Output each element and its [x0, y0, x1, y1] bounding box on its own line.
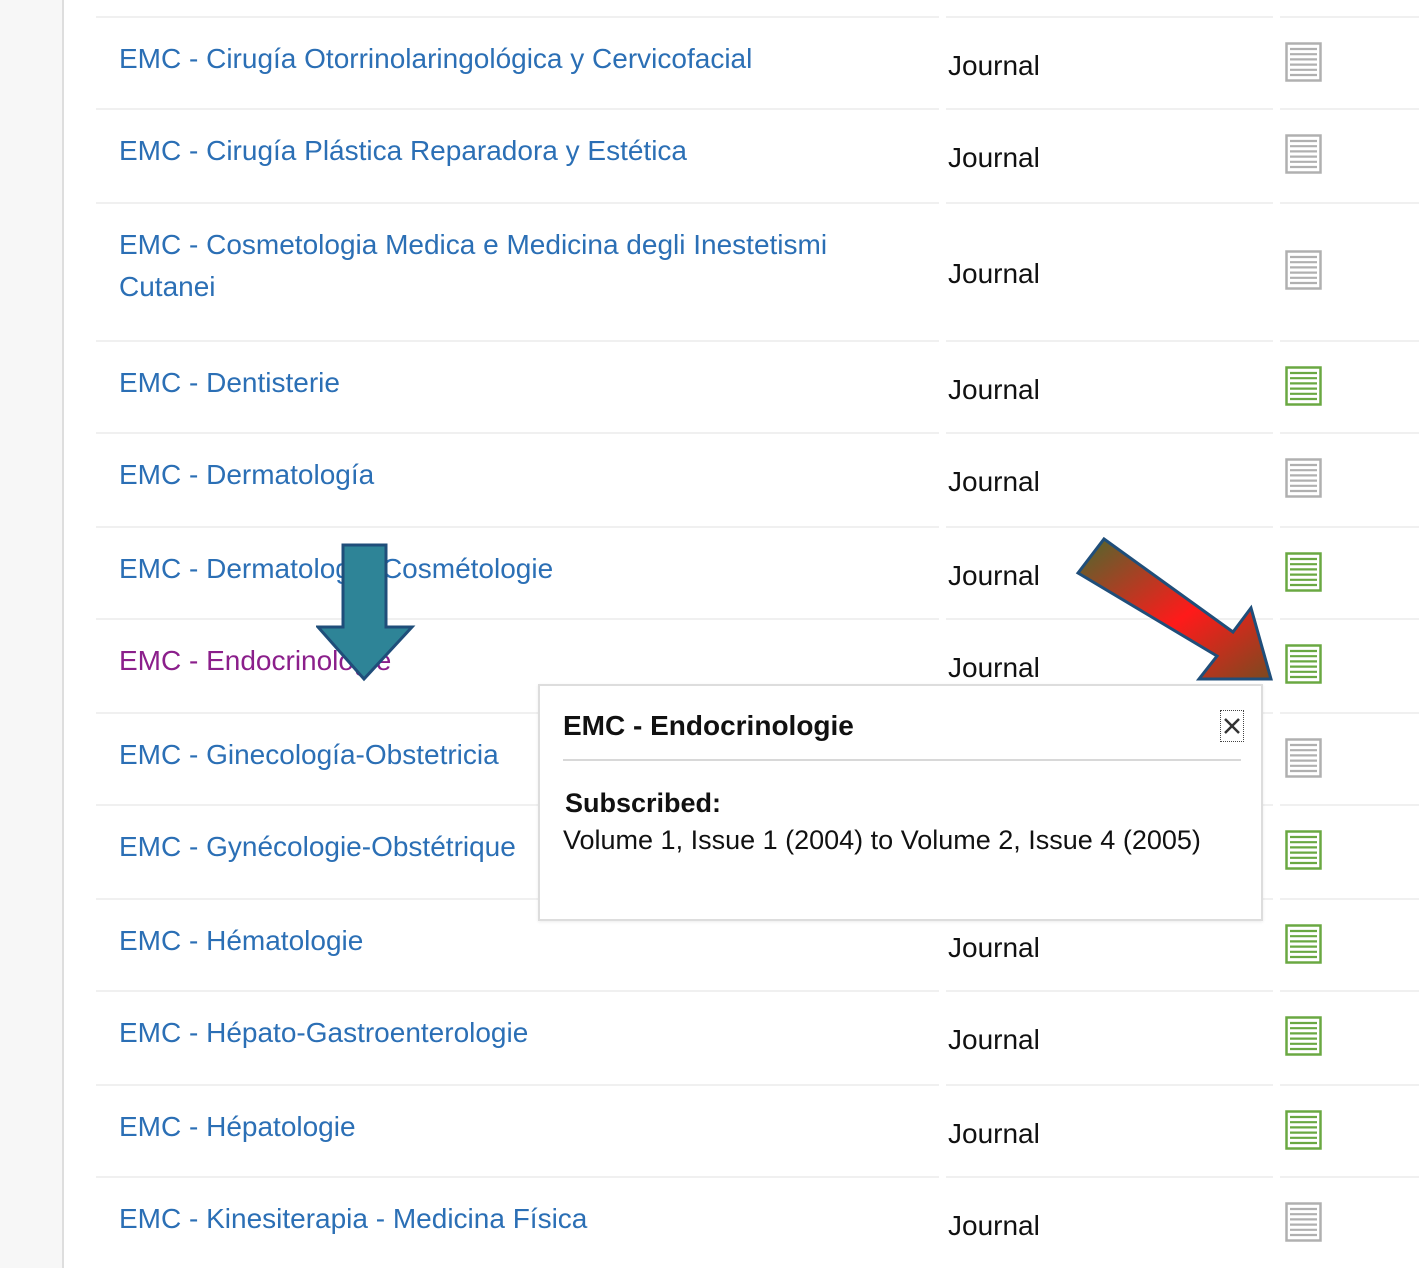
popup-title: EMC - Endocrinologie [563, 710, 854, 741]
row-separator [96, 1176, 939, 1178]
list-document-icon[interactable] [1285, 1016, 1322, 1056]
journal-row: EMC - Cirugía Otorrinolaringológica y Ce… [96, 16, 1419, 108]
resource-type: Journal [948, 374, 1040, 405]
resource-type: Journal [948, 932, 1040, 963]
holdings-popup: EMC - Endocrinologie Subscribed: Volume … [538, 684, 1263, 921]
journal-title-link[interactable]: EMC - Cosmetologia Medica e Medicina deg… [119, 224, 879, 308]
row-separator [1280, 712, 1419, 714]
list-document-icon[interactable] [1285, 42, 1322, 82]
row-separator [96, 1084, 939, 1086]
list-document-icon[interactable] [1285, 1110, 1322, 1150]
resource-type: Journal [948, 1210, 1040, 1241]
row-separator [946, 108, 1273, 110]
close-icon[interactable] [1220, 710, 1244, 742]
row-separator [96, 16, 939, 18]
row-separator [946, 1176, 1273, 1178]
left-rail [0, 0, 64, 1268]
journal-row: EMC - Hépato-Gastroenterologie Journal [96, 990, 1419, 1084]
journal-title-link[interactable]: EMC - Dermatologie-Cosmétologie [119, 548, 879, 590]
journal-row: EMC - Cosmetologia Medica e Medicina deg… [96, 202, 1419, 340]
row-separator [96, 108, 939, 110]
resource-type: Journal [948, 466, 1040, 497]
row-separator [1280, 1176, 1419, 1178]
popup-divider [563, 759, 1241, 761]
list-document-icon[interactable] [1285, 458, 1322, 498]
row-separator [1280, 898, 1419, 900]
list-document-icon[interactable] [1285, 644, 1322, 684]
row-separator [946, 1084, 1273, 1086]
row-separator [96, 432, 939, 434]
row-separator [946, 16, 1273, 18]
list-document-icon[interactable] [1285, 738, 1322, 778]
row-separator [946, 526, 1273, 528]
row-separator [96, 990, 939, 992]
row-separator [96, 202, 939, 204]
row-separator [96, 526, 939, 528]
list-document-icon[interactable] [1285, 366, 1322, 406]
list-document-icon[interactable] [1285, 250, 1322, 290]
row-separator [1280, 618, 1419, 620]
row-separator [946, 432, 1273, 434]
resource-type: Journal [948, 142, 1040, 173]
list-document-icon[interactable] [1285, 134, 1322, 174]
journal-title-link[interactable]: EMC - Kinesiterapia - Medicina Física [119, 1198, 879, 1240]
journal-row: EMC - Dermatología Journal [96, 432, 1419, 526]
row-separator [1280, 526, 1419, 528]
row-separator [1280, 108, 1419, 110]
journal-row: EMC - Dermatologie-Cosmétologie Journal [96, 526, 1419, 618]
row-separator [946, 202, 1273, 204]
row-separator [1280, 990, 1419, 992]
journal-row: EMC - Kinesiterapia - Medicina Física Jou… [96, 1176, 1419, 1268]
row-separator [946, 990, 1273, 992]
row-separator [946, 618, 1273, 620]
popup-subscribed-label: Subscribed: [565, 788, 722, 818]
journal-row: EMC - Hépatologie Journal [96, 1084, 1419, 1176]
journal-title-link[interactable]: EMC - Cirugía Otorrinolaringológica y Ce… [119, 38, 879, 80]
journal-title-link[interactable]: EMC - Hépatologie [119, 1106, 879, 1148]
resource-type: Journal [948, 258, 1040, 289]
row-separator [1280, 804, 1419, 806]
close-icon-glyph [1224, 718, 1240, 734]
journal-title-link[interactable]: EMC - Dentisterie [119, 362, 879, 404]
list-document-icon[interactable] [1285, 924, 1322, 964]
journal-title-link[interactable]: EMC - Endocrinologie [119, 640, 879, 682]
list-document-icon[interactable] [1285, 1202, 1322, 1242]
journal-title-link[interactable]: EMC - Hépato-Gastroenterologie [119, 1012, 879, 1054]
list-document-icon[interactable] [1285, 830, 1322, 870]
row-separator [96, 618, 939, 620]
list-document-icon[interactable] [1285, 552, 1322, 592]
resource-type: Journal [948, 652, 1040, 683]
journal-title-link[interactable]: EMC - Cirugía Plástica Reparadora y Esté… [119, 130, 879, 172]
resource-type: Journal [948, 1024, 1040, 1055]
journal-row: EMC - Dentisterie Journal [96, 340, 1419, 432]
resource-type: Journal [948, 50, 1040, 81]
row-separator [1280, 1084, 1419, 1086]
popup-coverage-text: Volume 1, Issue 1 (2004) to Volume 2, Is… [563, 825, 1201, 855]
row-separator [96, 340, 939, 342]
resource-type: Journal [948, 1118, 1040, 1149]
row-separator [1280, 432, 1419, 434]
row-separator [1280, 340, 1419, 342]
row-separator [1280, 16, 1419, 18]
resource-type: Journal [948, 560, 1040, 591]
journal-title-link[interactable]: EMC - Dermatología [119, 454, 879, 496]
journal-title-link[interactable]: EMC - Hématologie [119, 920, 879, 962]
row-separator [946, 340, 1273, 342]
row-separator [1280, 202, 1419, 204]
journal-row: EMC - Cirugía Plástica Reparadora y Esté… [96, 108, 1419, 202]
